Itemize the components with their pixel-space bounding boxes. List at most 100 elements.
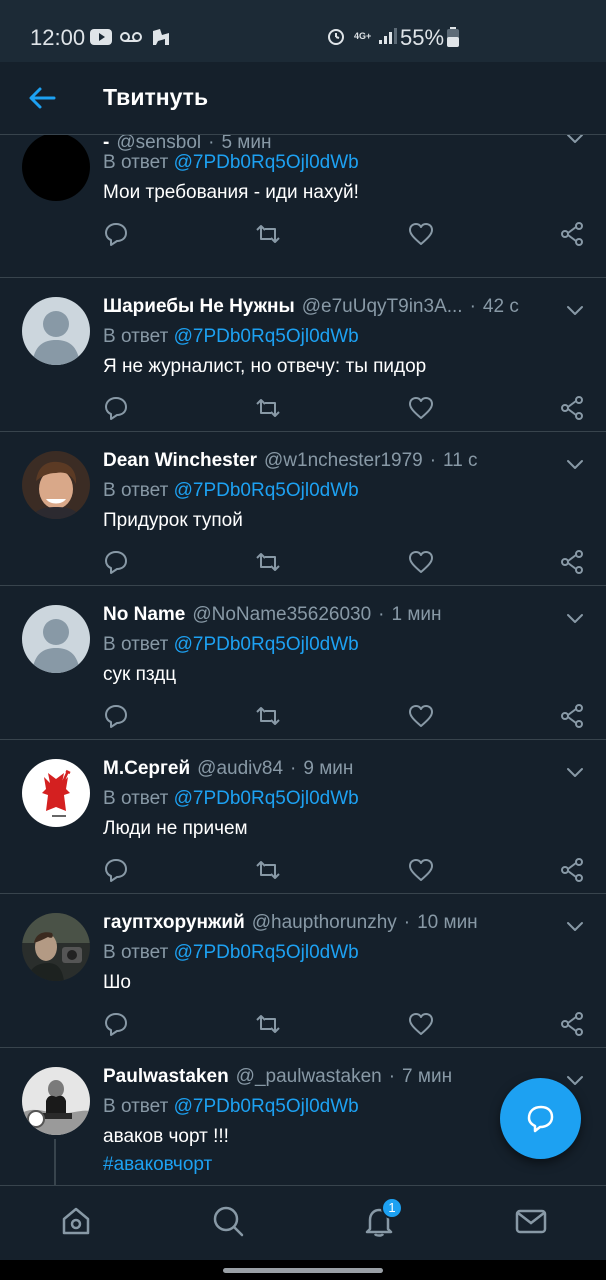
share-button[interactable]: [559, 1011, 585, 1037]
separator-dot: ·: [388, 1066, 396, 1087]
author-name[interactable]: М.Сергей: [103, 758, 190, 780]
like-icon: [408, 1013, 434, 1041]
compose-button[interactable]: [500, 1078, 581, 1159]
reply-to-link[interactable]: @7PDb0Rq5Ojl0dWb: [174, 1096, 359, 1117]
reply-icon: [103, 859, 129, 887]
reply-context: В ответ @7PDb0Rq5Ojl0dWb: [103, 788, 359, 810]
like-button[interactable]: [408, 857, 434, 883]
retweet-button[interactable]: [255, 549, 281, 575]
reply-button[interactable]: [103, 1011, 129, 1037]
separator-dot: ·: [469, 296, 476, 317]
avatar[interactable]: [22, 913, 90, 981]
author-name[interactable]: гауптхорунжий: [103, 912, 245, 934]
chevron-down-icon[interactable]: [565, 135, 585, 146]
author-handle[interactable]: @w1nchester1979: [264, 450, 423, 472]
retweet-button[interactable]: [255, 703, 281, 729]
author-name[interactable]: Dean Winchester: [103, 450, 257, 472]
reply-button[interactable]: [103, 703, 129, 729]
tweet-item[interactable]: гауптхорунжий @haupthorunzhy · 10 мин В …: [0, 894, 606, 1048]
reply-to-link[interactable]: @7PDb0Rq5Ojl0dWb: [174, 326, 359, 347]
youtube-icon: [90, 29, 112, 45]
reply-to-link[interactable]: @7PDb0Rq5Ojl0dWb: [174, 634, 359, 655]
retweet-button[interactable]: [255, 221, 281, 247]
like-button[interactable]: [408, 221, 434, 247]
retweet-icon: [255, 707, 281, 733]
tweet-actions: [103, 857, 593, 883]
tweet-item[interactable]: Шариебы Не Нужны @e7uUqyT9in3A... · 42 с…: [0, 278, 606, 432]
retweet-icon: [255, 399, 281, 425]
like-button[interactable]: [408, 549, 434, 575]
separator-dot: ·: [429, 450, 437, 471]
tweet-item[interactable]: Dean Winchester @w1nchester1979 · 11 с В…: [0, 432, 606, 586]
author-handle[interactable]: @audiv84: [197, 758, 283, 780]
home-icon[interactable]: [59, 1204, 93, 1238]
author-name[interactable]: Paulwastaken: [103, 1066, 229, 1088]
like-button[interactable]: [408, 703, 434, 729]
retweet-button[interactable]: [255, 857, 281, 883]
wifi-calling-icon: [153, 29, 169, 45]
tweet-text: Я не журналист, но отвечу: ты пидор: [103, 356, 427, 377]
reply-prefix: В ответ: [103, 480, 169, 501]
home-gesture-handle[interactable]: [223, 1268, 383, 1273]
status-bar: 12:00 4G+ 55%: [0, 0, 606, 62]
arrow-left-icon[interactable]: [26, 82, 58, 114]
author-handle[interactable]: @NoName35626030: [192, 604, 371, 626]
tweet-feed[interactable]: - @sensbol · 5 мин В ответ @7PDb0Rq5Ojl0…: [0, 135, 606, 1185]
retweet-button[interactable]: [255, 1011, 281, 1037]
tweet-item[interactable]: No Name @NoName35626030 · 1 мин В ответ …: [0, 586, 606, 740]
chevron-down-icon[interactable]: [565, 766, 585, 780]
author-handle[interactable]: @_paulwastaken: [236, 1066, 382, 1088]
tweet-item[interactable]: М.Сергей @audiv84 · 9 мин В ответ @7PDb0…: [0, 740, 606, 894]
notification-badge: 1: [381, 1197, 403, 1219]
author-name[interactable]: No Name: [103, 604, 185, 626]
chevron-down-icon[interactable]: [565, 1074, 585, 1088]
like-icon: [408, 223, 434, 251]
reply-button[interactable]: [103, 221, 129, 247]
tweet-item[interactable]: - @sensbol · 5 мин В ответ @7PDb0Rq5Ojl0…: [0, 135, 606, 278]
author-name[interactable]: Шариебы Не Нужны: [103, 296, 295, 318]
reply-prefix: В ответ: [103, 152, 169, 173]
messages-icon[interactable]: [514, 1204, 548, 1238]
chevron-down-icon[interactable]: [565, 612, 585, 626]
share-button[interactable]: [559, 857, 585, 883]
reply-button[interactable]: [103, 549, 129, 575]
reply-to-link[interactable]: @7PDb0Rq5Ojl0dWb: [174, 152, 359, 173]
like-icon: [408, 859, 434, 887]
tweet-time: 9 мин: [303, 758, 354, 779]
avatar[interactable]: [22, 451, 90, 519]
reply-prefix: В ответ: [103, 326, 169, 347]
share-icon: [559, 858, 585, 887]
reply-button[interactable]: [103, 395, 129, 421]
like-icon: [408, 551, 434, 579]
avatar[interactable]: [22, 135, 90, 201]
share-icon: [559, 222, 585, 251]
share-button[interactable]: [559, 549, 585, 575]
reply-to-link[interactable]: @7PDb0Rq5Ojl0dWb: [174, 788, 359, 809]
like-button[interactable]: [408, 395, 434, 421]
tweet-text: сук пздц: [103, 664, 177, 685]
retweet-button[interactable]: [255, 395, 281, 421]
share-button[interactable]: [559, 221, 585, 247]
author-handle[interactable]: @haupthorunzhy: [252, 912, 397, 934]
author-handle[interactable]: @e7uUqyT9in3A...: [302, 296, 463, 318]
search-icon[interactable]: [211, 1204, 245, 1238]
chevron-down-icon[interactable]: [565, 458, 585, 472]
hashtag-link[interactable]: #аваковчорт: [103, 1154, 212, 1176]
reply-to-link[interactable]: @7PDb0Rq5Ojl0dWb: [174, 942, 359, 963]
app-header: Твитнуть: [0, 62, 606, 135]
tweet-time: 1 мин: [391, 604, 442, 625]
avatar[interactable]: [22, 759, 90, 827]
like-button[interactable]: [408, 1011, 434, 1037]
avatar[interactable]: [22, 1067, 90, 1135]
avatar[interactable]: [22, 605, 90, 673]
signal-icon: [379, 28, 398, 44]
reply-icon: [103, 1013, 129, 1041]
reply-icon: [103, 223, 129, 251]
share-button[interactable]: [559, 395, 585, 421]
chevron-down-icon[interactable]: [565, 304, 585, 318]
chevron-down-icon[interactable]: [565, 920, 585, 934]
reply-button[interactable]: [103, 857, 129, 883]
share-button[interactable]: [559, 703, 585, 729]
reply-to-link[interactable]: @7PDb0Rq5Ojl0dWb: [174, 480, 359, 501]
avatar[interactable]: [22, 297, 90, 365]
